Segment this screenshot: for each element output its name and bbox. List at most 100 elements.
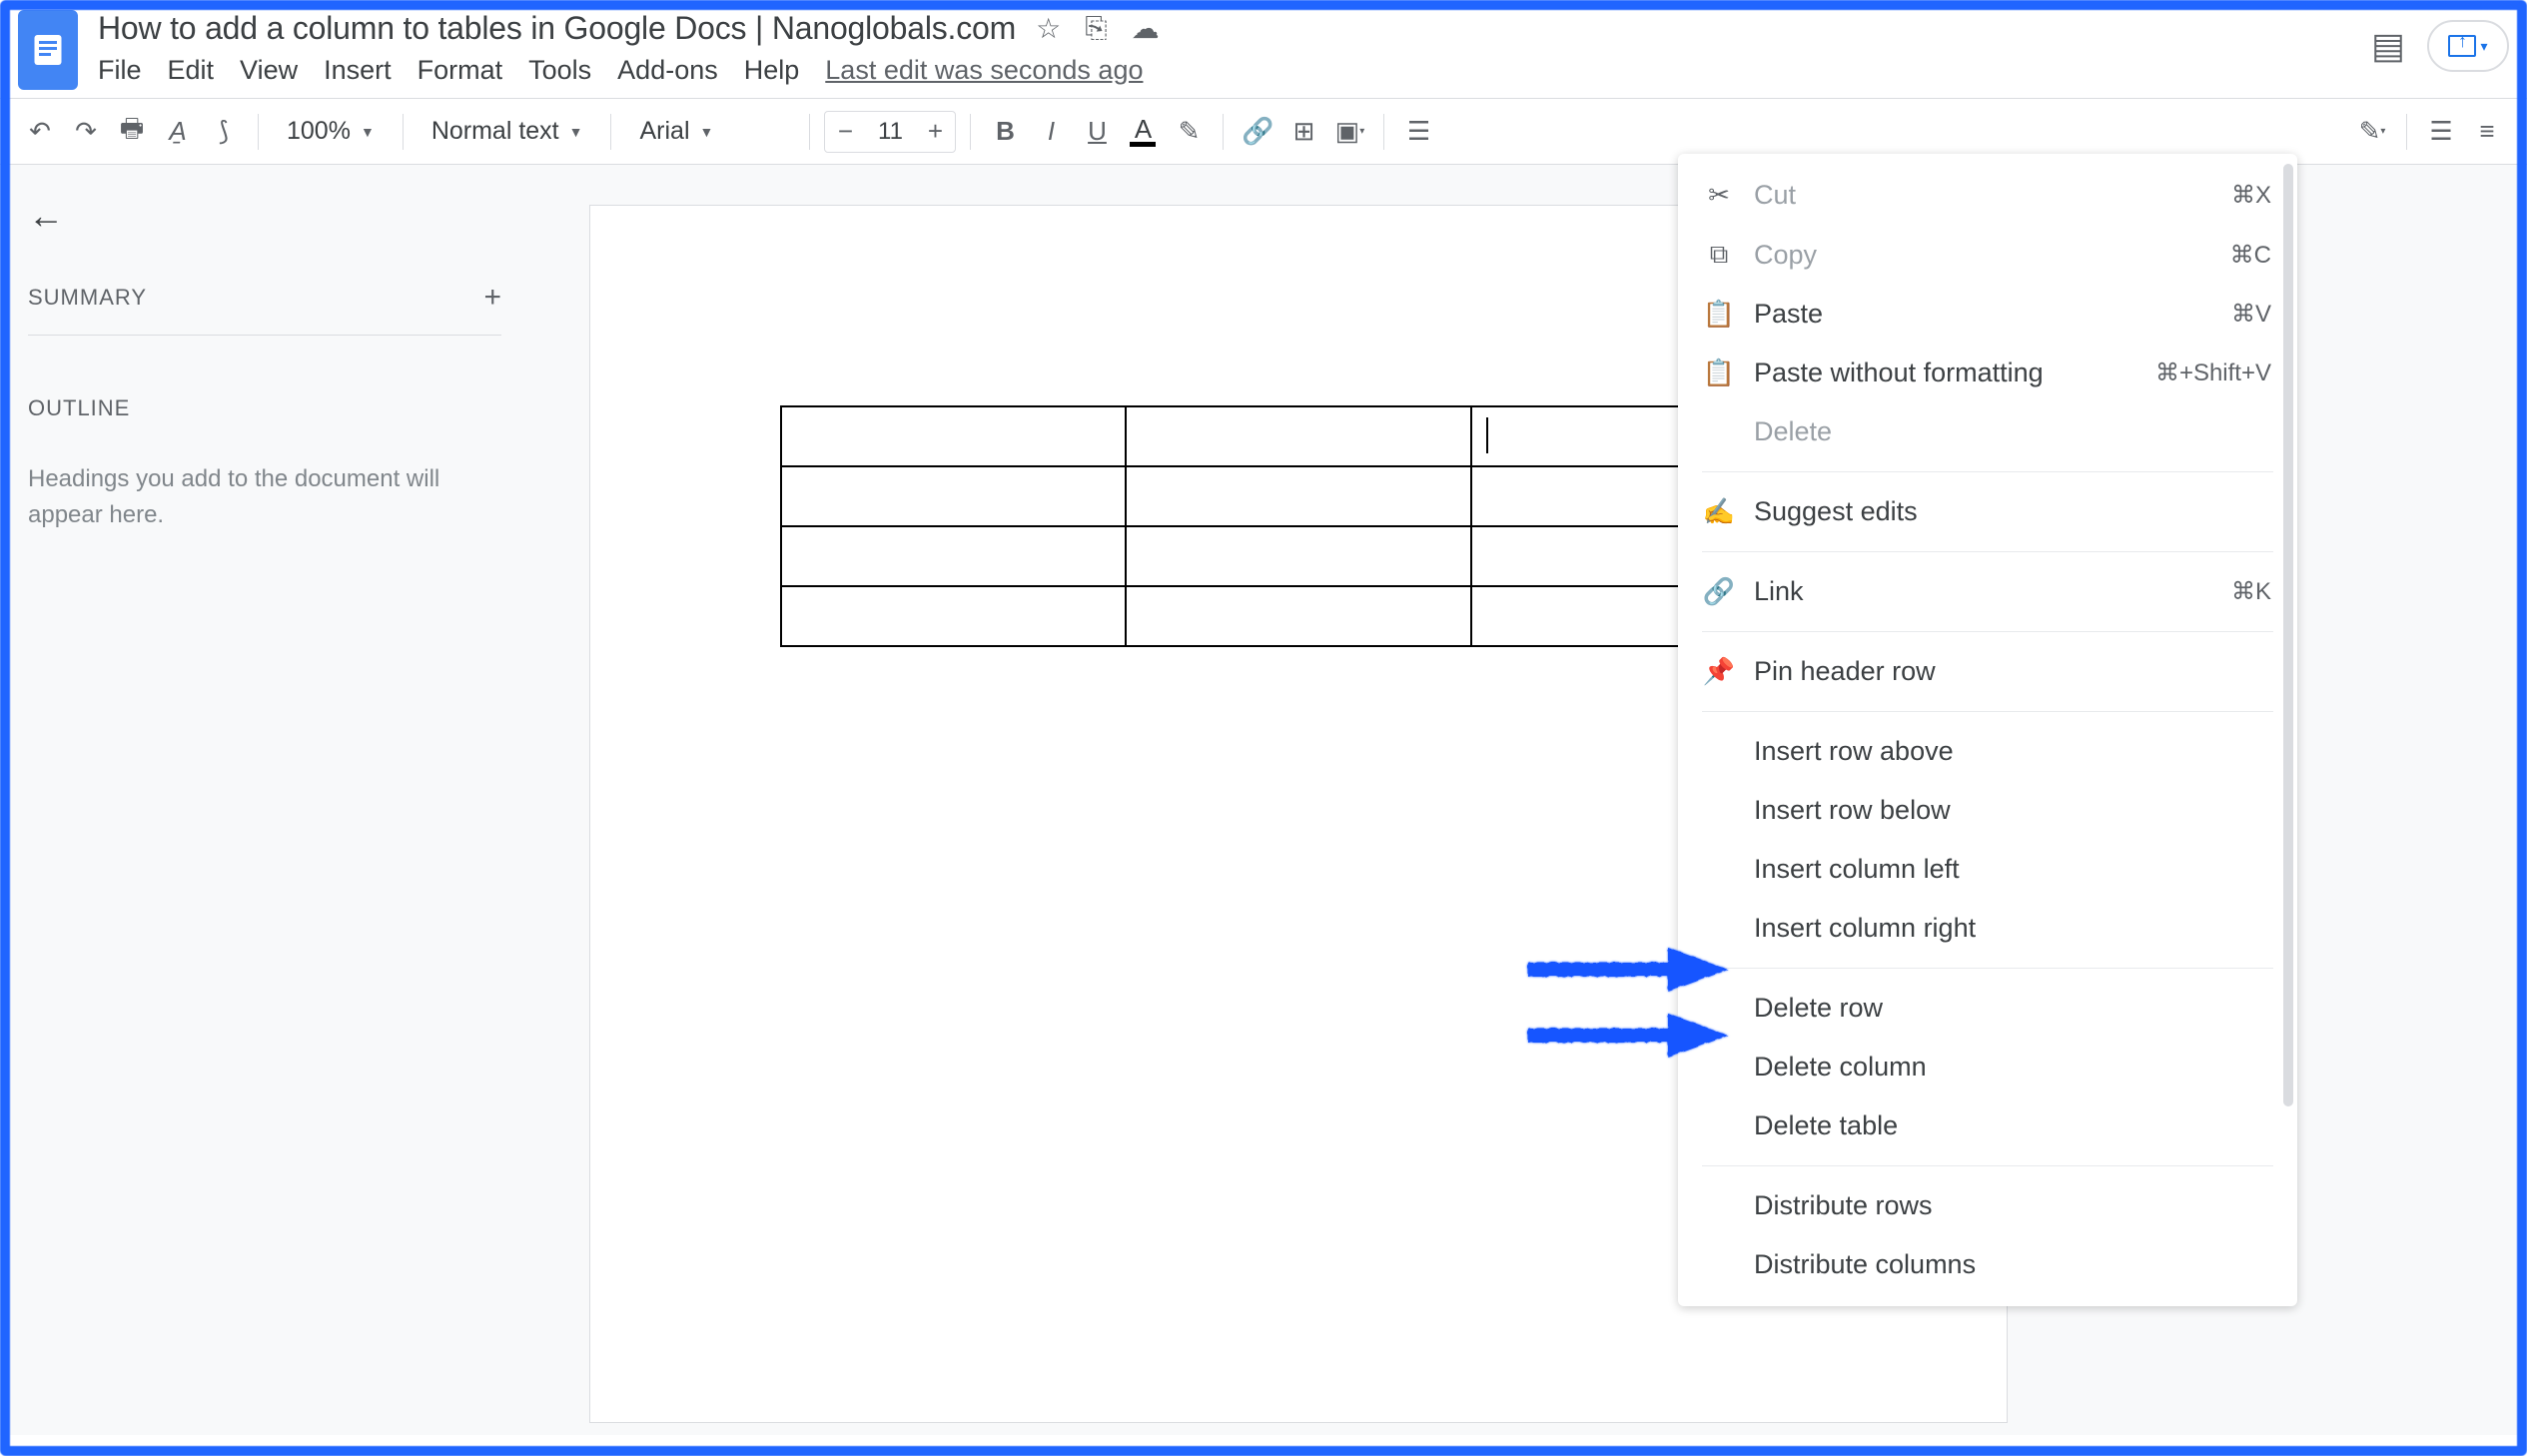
menu-tools[interactable]: Tools (528, 55, 591, 86)
font-value: Arial (639, 117, 689, 146)
chevron-down-icon: ▼ (361, 124, 375, 140)
divider (403, 114, 404, 150)
menu-help[interactable]: Help (744, 55, 800, 86)
divider (1702, 471, 2273, 472)
font-size-value[interactable]: 11 (865, 118, 915, 146)
ctx-delete-column[interactable]: Delete column (1678, 1038, 2297, 1096)
bold-icon[interactable]: B (985, 112, 1025, 152)
divider (1702, 551, 2273, 552)
ctx-insert-row-above[interactable]: Insert row above (1678, 722, 2297, 781)
share-button[interactable]: ▾ (2427, 20, 2509, 72)
zoom-value: 100% (287, 117, 351, 146)
ctx-insert-row-below[interactable]: Insert row below (1678, 781, 2297, 840)
ctx-delete-table[interactable]: Delete table (1678, 1096, 2297, 1155)
context-menu: ✂ Cut ⌘X ⧉ Copy ⌘C 📋 Paste ⌘V 📋 Paste wi… (1678, 154, 2297, 1306)
document-table[interactable] (780, 405, 1817, 647)
table-row[interactable] (781, 406, 1816, 466)
italic-icon[interactable]: I (1031, 112, 1071, 152)
print-icon[interactable]: 🖶 (112, 112, 152, 152)
add-comment-icon[interactable]: ⊞ (1283, 112, 1323, 152)
menu-view[interactable]: View (240, 55, 298, 86)
link-icon[interactable]: 🔗 (1238, 112, 1277, 152)
document-title[interactable]: How to add a column to tables in Google … (98, 10, 1016, 47)
ctx-link[interactable]: 🔗 Link ⌘K (1678, 562, 2297, 621)
header: How to add a column to tables in Google … (0, 0, 2527, 90)
ctx-cut[interactable]: ✂ Cut ⌘X (1678, 166, 2297, 225)
edit-mode-icon[interactable]: ✎▾ (2352, 112, 2392, 152)
zoom-select[interactable]: 100% ▼ (273, 117, 389, 146)
table-row[interactable] (781, 466, 1816, 526)
divider (1702, 1165, 2273, 1166)
insert-image-icon[interactable]: ▣▾ (1329, 112, 1369, 152)
last-edit-link[interactable]: Last edit was seconds ago (825, 55, 1143, 86)
chevron-down-icon: ▾ (2480, 38, 2487, 55)
font-size-group: − 11 + (824, 111, 956, 153)
pin-icon: 📌 (1704, 656, 1734, 687)
star-icon[interactable]: ☆ (1036, 12, 1061, 45)
table-row[interactable] (781, 586, 1816, 646)
expand-icon[interactable]: ≡ (2467, 112, 2507, 152)
decrease-font-button[interactable]: − (825, 112, 865, 152)
menu-addons[interactable]: Add-ons (617, 55, 718, 86)
copy-icon: ⧉ (1704, 239, 1734, 271)
divider (610, 114, 611, 150)
comments-icon[interactable]: ▤ (2371, 25, 2405, 67)
summary-heading: SUMMARY (28, 285, 147, 311)
divider (970, 114, 971, 150)
spellcheck-icon[interactable]: A̱ (158, 112, 198, 152)
move-icon[interactable]: ⎘ (1085, 12, 1107, 45)
divider (1702, 968, 2273, 969)
menu-file[interactable]: File (98, 55, 142, 86)
cut-icon: ✂ (1704, 180, 1734, 211)
divider (1702, 711, 2273, 712)
hide-menus-icon[interactable]: ☰ (2421, 112, 2461, 152)
back-arrow-icon[interactable]: ← (28, 195, 501, 237)
divider (809, 114, 810, 150)
link-icon: 🔗 (1704, 576, 1734, 607)
increase-font-button[interactable]: + (915, 112, 955, 152)
annotation-arrow-1 (1522, 939, 1732, 1004)
divider (1223, 114, 1224, 150)
paste-plain-icon: 📋 (1704, 358, 1734, 388)
outline-heading: OUTLINE (28, 395, 501, 421)
menu-format[interactable]: Format (418, 55, 503, 86)
share-icon (2448, 35, 2476, 57)
menu-insert[interactable]: Insert (324, 55, 392, 86)
annotation-arrow-2 (1522, 1005, 1732, 1070)
highlight-icon[interactable]: ✎ (1169, 112, 1209, 152)
menu-edit[interactable]: Edit (168, 55, 215, 86)
table-row[interactable] (781, 526, 1816, 586)
ctx-distribute-columns[interactable]: Distribute columns (1678, 1235, 2297, 1294)
scrollbar[interactable] (2283, 164, 2293, 1106)
suggest-icon: ✍ (1704, 496, 1734, 527)
ctx-suggest-edits[interactable]: ✍ Suggest edits (1678, 482, 2297, 541)
paste-icon: 📋 (1704, 299, 1734, 330)
chevron-down-icon: ▼ (700, 124, 714, 140)
ctx-insert-col-right[interactable]: Insert column right (1678, 899, 2297, 958)
align-icon[interactable]: ☰ (1398, 112, 1438, 152)
ctx-paste[interactable]: 📋 Paste ⌘V (1678, 285, 2297, 344)
ctx-delete[interactable]: Delete (1678, 402, 2297, 461)
style-value: Normal text (431, 117, 559, 146)
redo-icon[interactable]: ↷ (66, 112, 106, 152)
ctx-insert-col-left[interactable]: Insert column left (1678, 840, 2297, 899)
divider (1702, 631, 2273, 632)
divider (1383, 114, 1384, 150)
underline-icon[interactable]: U (1077, 112, 1117, 152)
divider (258, 114, 259, 150)
outline-sidebar: ← SUMMARY + OUTLINE Headings you add to … (0, 165, 529, 1435)
docs-logo-icon[interactable] (18, 10, 78, 90)
font-select[interactable]: Arial ▼ (625, 117, 795, 146)
style-select[interactable]: Normal text ▼ (418, 117, 597, 146)
divider (2406, 114, 2407, 150)
ctx-distribute-rows[interactable]: Distribute rows (1678, 1176, 2297, 1235)
ctx-copy[interactable]: ⧉ Copy ⌘C (1678, 225, 2297, 285)
paint-format-icon[interactable]: ⟆ (204, 112, 244, 152)
undo-icon[interactable]: ↶ (20, 112, 60, 152)
ctx-delete-row[interactable]: Delete row (1678, 979, 2297, 1038)
text-color-icon[interactable]: A (1123, 112, 1163, 152)
ctx-pin-header[interactable]: 📌 Pin header row (1678, 642, 2297, 701)
add-summary-button[interactable]: + (483, 281, 501, 315)
ctx-paste-no-format[interactable]: 📋 Paste without formatting ⌘+Shift+V (1678, 344, 2297, 402)
cloud-status-icon[interactable]: ☁ (1132, 12, 1160, 45)
